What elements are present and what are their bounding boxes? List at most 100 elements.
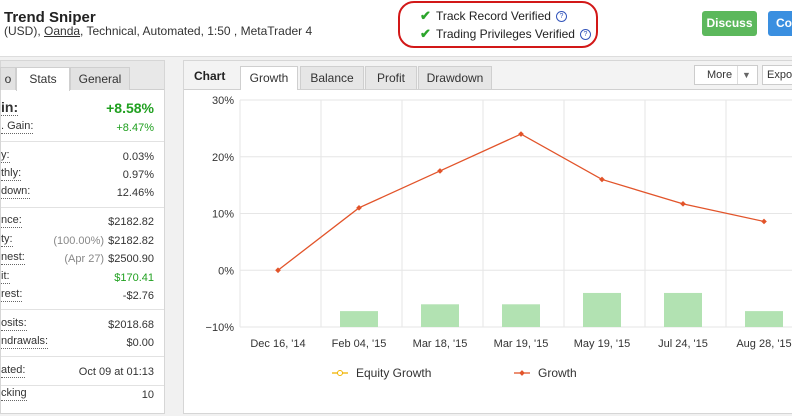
help-icon[interactable]: ? [579,28,591,40]
stat-tracking: cking 10 [1,387,164,403]
stat-updated: ated: Oct 09 at 01:13 [1,364,164,380]
tab-info[interactable]: o [0,67,16,90]
stat-withdrawals: ndrawals: $0.00 [1,335,164,351]
y-tick-label: 10% [212,209,234,221]
growth-bar [502,304,540,327]
growth-bar [664,292,702,327]
stat-drawdown: down: 12.46% [1,185,164,201]
more-label: More [707,69,733,81]
x-tick-label: Mar 19, '15 [494,338,549,350]
stat-interest-label: rest: [1,288,23,302]
stat-updated-value: Oct 09 at 01:13 [78,366,154,378]
chart-panel: Chart Growth Balance Profit Drawdown Mor… [183,60,792,414]
stat-daily: y: 0.03% [1,149,164,165]
x-tick-label: Jul 24, '15 [658,338,708,350]
x-tick-label: May 19, '15 [574,338,631,350]
verification-highlight: ✔ Track Record Verified ? ✔ Trading Priv… [398,1,598,48]
tab-stats[interactable]: Stats [16,67,70,91]
growth-bar [745,311,783,327]
help-icon[interactable]: ? [555,10,567,22]
stat-abs-gain-value: +8.47% [116,122,154,134]
legend-marker [519,370,525,376]
x-tick-label: Feb 04, '15 [332,338,387,350]
stat-profit: it: $170.41 [1,270,164,286]
checkmark-icon: ✔ [420,8,431,23]
growth-bar [421,304,459,327]
stat-equity-value: $2182.82 [108,235,154,247]
growth-bar [583,292,621,327]
stat-balance: nce: $2182.82 [1,214,164,230]
stat-interest: rest: -$2.76 [1,288,164,304]
x-tick-label: Aug 28, '15 [736,338,791,350]
chart-tabs: Chart Growth Balance Profit Drawdown Mor… [184,61,792,90]
growth-line [277,133,765,271]
stat-drawdown-label: down: [1,185,31,199]
stat-interest-value: -$2.76 [122,290,154,302]
stat-monthly-value: 0.97% [122,169,154,181]
tab-drawdown[interactable]: Drawdown [418,66,492,89]
stat-deposits: osits: $2018.68 [1,317,164,333]
chart-title: Chart [194,69,226,83]
growth-point [599,176,605,183]
y-tick-label: −10% [206,322,235,334]
growth-chart: 30% 20% 10% 0% −10% Dec 16, '14 Feb 04, '15 Mar… [206,95,792,380]
tab-balance[interactable]: Balance [300,66,364,89]
stat-balance-label: nce: [1,214,22,228]
stat-highest-label: nest: [1,251,25,265]
stat-gain: in: +8.58% [1,99,164,117]
export-button[interactable]: Expo [762,65,792,85]
growth-bar [340,311,378,327]
growth-point [761,218,767,225]
divider [1,207,164,208]
stat-equity-percent: (100.00%) [53,235,105,247]
stat-abs-gain: . Gain: +8.47% [1,120,164,136]
track-record-label: Track Record Verified [436,9,551,23]
stat-deposits-label: osits: [1,317,27,331]
stat-withdrawals-value: $0.00 [126,337,154,349]
stat-equity-label: ty: [1,233,13,247]
legend-label: Growth [538,366,577,380]
stats-panel: o Stats General in: +8.58% . Gain: +8.47… [0,60,165,414]
stat-abs-gain-label: . Gain: [1,120,34,134]
trading-privileges-label: Trading Privileges Verified [436,27,575,41]
copy-button[interactable]: Co [768,11,792,36]
x-tick-label: Dec 16, '14 [250,338,305,350]
tab-profit[interactable]: Profit [365,66,417,89]
stat-equity: ty: (100.00%) $2182.82 [1,233,164,249]
divider [1,141,164,142]
stat-gain-value: +8.58% [106,100,154,116]
stat-daily-value: 0.03% [122,151,154,163]
stat-highest-date: (Apr 27) [64,253,105,265]
stat-tracking-value: 10 [141,389,154,401]
currency-text: (USD), [4,24,41,38]
system-subtitle: (USD), Oanda, Technical, Automated, 1:50… [4,24,312,38]
stat-withdrawals-label: ndrawals: [1,335,49,349]
y-tick-label: 30% [212,95,234,107]
stat-balance-value: $2182.82 [108,216,154,228]
trading-privileges-row: ✔ Trading Privileges Verified ? [420,26,591,42]
discuss-button[interactable]: Discuss [702,11,757,36]
system-header: Trend Sniper (USD), Oanda, Technical, Au… [0,0,792,57]
tab-general[interactable]: General [70,67,130,90]
system-details: , Technical, Automated, 1:50 , MetaTrade… [80,24,313,38]
y-tick-label: 20% [212,152,234,164]
broker-link[interactable]: Oanda [44,24,80,38]
stat-drawdown-value: 12.46% [116,187,154,199]
stat-monthly-label: thly: [1,167,22,181]
more-dropdown[interactable]: More ▼ [694,65,758,85]
chevron-down-icon: ▼ [742,70,751,80]
stat-daily-label: y: [1,149,10,163]
divider [737,66,738,84]
tab-growth[interactable]: Growth [240,66,298,90]
stat-highest-value: $2500.90 [108,253,154,265]
stat-profit-label: it: [1,270,10,284]
stat-updated-label: ated: [1,364,26,378]
stat-monthly: thly: 0.97% [1,167,164,183]
growth-point [437,168,443,174]
stat-highest: nest: (Apr 27) $2500.90 [1,251,164,267]
divider [1,309,164,310]
divider [1,356,164,357]
growth-point [680,201,686,207]
x-tick-label: Mar 18, '15 [413,338,468,350]
divider [1,385,164,386]
